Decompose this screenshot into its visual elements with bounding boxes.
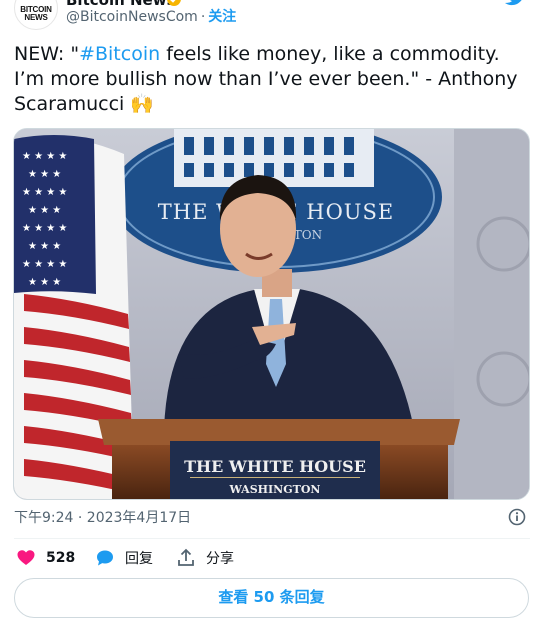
tweet-actions: 528 回复 分享: [0, 546, 544, 570]
bitcoin-news-logo: BITCOIN NEWS: [20, 5, 52, 22]
separator: ·: [200, 9, 206, 25]
follow-button[interactable]: 关注: [208, 9, 236, 25]
reply-bubble-icon: [97, 550, 113, 566]
svg-text:★ ★ ★: ★ ★ ★: [28, 277, 61, 288]
divider: [14, 538, 530, 539]
svg-text:★ ★ ★ ★: ★ ★ ★ ★: [22, 259, 67, 270]
view-more-replies-button[interactable]: 查看 50 条回复: [14, 578, 529, 618]
avatar[interactable]: BITCOIN NEWS: [14, 0, 58, 30]
tweet-prefix: NEW: ": [14, 43, 80, 65]
heart-icon: [17, 550, 35, 565]
verified-badge-icon: [167, 0, 181, 6]
svg-text:★ ★ ★ ★: ★ ★ ★ ★: [22, 223, 67, 234]
tweet-media-photo[interactable]: THE WHITE HOUSE WASHINGTON ★ ★ ★ ★ ★ ★ ★ …: [13, 128, 530, 500]
like-count: 528: [46, 550, 76, 566]
podium: THE WHITE HOUSE WASHINGTON: [98, 419, 460, 499]
svg-text:★ ★ ★ ★: ★ ★ ★ ★: [22, 187, 67, 198]
like-button[interactable]: 528: [16, 546, 75, 570]
display-name[interactable]: Bitcoin News: [66, 0, 176, 9]
share-button[interactable]: 分享: [176, 546, 234, 570]
svg-text:★ ★ ★: ★ ★ ★: [28, 205, 61, 216]
info-icon[interactable]: [508, 508, 526, 526]
svg-text:★ ★ ★: ★ ★ ★: [28, 169, 61, 180]
share-label: 分享: [206, 551, 234, 567]
podium-subtitle: WASHINGTON: [229, 483, 321, 496]
tweet-timestamp[interactable]: 下午9:24 · 2023年4月17日: [14, 509, 191, 527]
reply-button[interactable]: 回复: [95, 546, 153, 570]
twitter-bird-icon[interactable]: [504, 0, 526, 6]
account-handle-line: @BitcoinNewsCom · 关注: [66, 9, 236, 25]
reply-label: 回复: [125, 551, 153, 567]
account-handle[interactable]: @BitcoinNewsCom: [66, 9, 198, 25]
share-icon: [178, 548, 194, 566]
tweet-header: BITCOIN NEWS Bitcoin News @BitcoinNewsCo…: [0, 0, 544, 34]
tweet-text: NEW: "#Bitcoin feels like money, like a …: [14, 42, 524, 117]
press-briefing-photo: THE WHITE HOUSE WASHINGTON ★ ★ ★ ★ ★ ★ ★ …: [14, 129, 529, 499]
hashtag-link[interactable]: #Bitcoin: [79, 43, 160, 65]
raised-hands-emoji: 🙌: [130, 93, 155, 115]
view-more-replies-label: 查看 50 条回复: [218, 588, 325, 606]
svg-text:★ ★ ★ ★: ★ ★ ★ ★: [22, 151, 67, 162]
podium-title: THE WHITE HOUSE: [184, 457, 366, 476]
svg-text:★ ★ ★: ★ ★ ★: [28, 241, 61, 252]
